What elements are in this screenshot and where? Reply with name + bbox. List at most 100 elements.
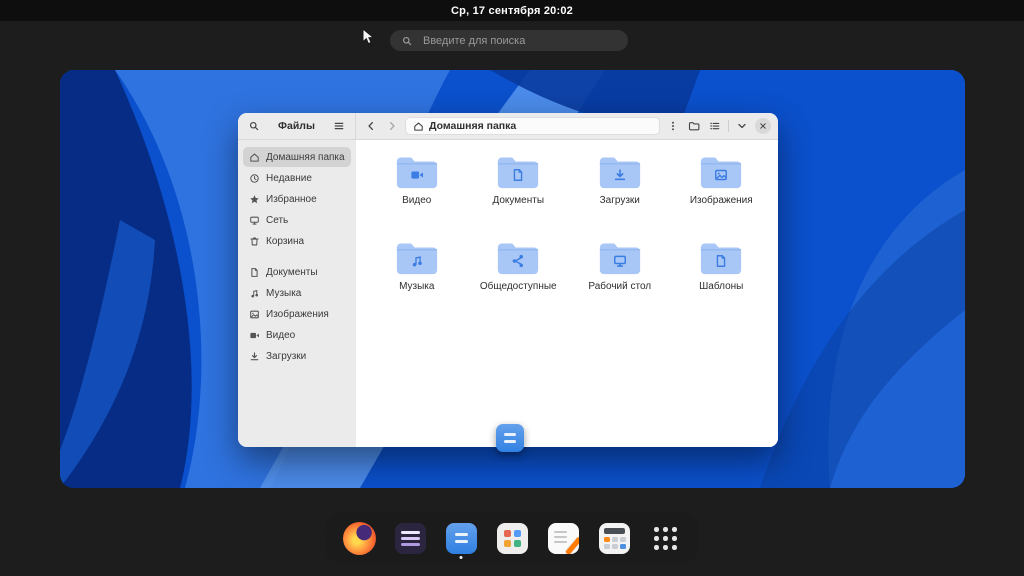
home-icon <box>413 121 424 132</box>
files-window[interactable]: Файлы Домашняя папка <box>238 113 778 447</box>
folder-label: Музыка <box>399 281 434 293</box>
back-button[interactable] <box>363 118 379 134</box>
current-path: Домашняя папка <box>429 120 516 132</box>
sidebar-item-label: Домашняя папка <box>266 152 345 163</box>
sidebar-item-videos[interactable]: Видео <box>243 325 351 345</box>
sidebar-item-trash[interactable]: Корзина <box>243 231 351 251</box>
sidebar-item-music[interactable]: Музыка <box>243 283 351 303</box>
software-icon <box>497 523 528 554</box>
firefox-icon <box>343 522 376 555</box>
view-toggle-button[interactable] <box>707 118 723 134</box>
sidebar-item-starred[interactable]: Избранное <box>243 189 351 209</box>
kebab-menu-button[interactable] <box>665 118 681 134</box>
folder-music[interactable]: Музыка <box>369 240 465 326</box>
dock-item-app-grid[interactable] <box>646 516 684 560</box>
running-indicator <box>460 556 463 559</box>
sidebar-item-pictures[interactable]: Изображения <box>243 304 351 324</box>
workspace-thumbnail[interactable]: Файлы Домашняя папка <box>60 70 965 488</box>
clock[interactable]: Ср, 17 сентября 20:02 <box>451 5 573 17</box>
video-icon <box>249 330 260 341</box>
sidebar-item-label: Сеть <box>266 215 288 226</box>
folder-icon <box>688 120 700 132</box>
share-icon <box>511 253 526 268</box>
dock-item-text-editor[interactable] <box>544 516 582 560</box>
music-icon <box>409 253 424 268</box>
sidebar-item-network[interactable]: Сеть <box>243 210 351 230</box>
sidebar-item-recent[interactable]: Недавние <box>243 168 351 188</box>
sidebar-item-label: Документы <box>266 267 318 278</box>
folder-downloads[interactable]: Загрузки <box>572 154 668 240</box>
star-icon <box>249 194 260 205</box>
gnome-activities-overview: Ср, 17 сентября 20:02 Файлы <box>0 0 1024 576</box>
kebab-icon <box>667 120 679 132</box>
home-icon <box>249 152 260 163</box>
top-bar: Ср, 17 сентября 20:02 <box>0 0 1024 21</box>
folder-public[interactable]: Общедоступные <box>470 240 566 326</box>
folder-label: Документы <box>492 195 544 207</box>
video-icon <box>409 167 424 182</box>
headerbar: Файлы Домашняя папка <box>238 113 778 140</box>
document-icon <box>249 267 260 278</box>
new-tab-button[interactable] <box>686 118 702 134</box>
desktop-icon <box>612 253 627 268</box>
dock-item-files[interactable] <box>442 516 480 560</box>
sidebar-item-label: Изображения <box>266 309 329 320</box>
calendar-icon <box>395 523 426 554</box>
folder-label: Видео <box>402 195 431 207</box>
chevron-right-icon <box>386 120 398 132</box>
folder-videos[interactable]: Видео <box>369 154 465 240</box>
dock-item-software[interactable] <box>493 516 531 560</box>
divider <box>728 120 729 132</box>
chevron-left-icon <box>365 120 377 132</box>
sidebar-item-label: Корзина <box>266 236 304 247</box>
close-button[interactable] <box>755 118 771 134</box>
search-field[interactable] <box>390 30 628 51</box>
folder-label: Шаблоны <box>699 281 743 293</box>
path-bar[interactable]: Домашняя папка <box>405 117 660 135</box>
list-view-icon <box>709 120 721 132</box>
folder-documents[interactable]: Документы <box>470 154 566 240</box>
folder-label: Рабочий стол <box>588 281 651 293</box>
image-icon <box>249 309 260 320</box>
hamburger-icon <box>333 120 345 132</box>
templates-icon <box>714 253 729 268</box>
sidebar-item-label: Музыка <box>266 288 301 299</box>
hamburger-menu-button[interactable] <box>331 118 347 134</box>
sidebar-item-documents[interactable]: Документы <box>243 262 351 282</box>
folder-templates[interactable]: Шаблоны <box>673 240 769 326</box>
forward-button[interactable] <box>384 118 400 134</box>
clock-icon <box>249 173 260 184</box>
download-icon <box>249 351 260 362</box>
dock-item-firefox[interactable] <box>340 516 378 560</box>
search-input[interactable] <box>421 34 617 48</box>
image-icon <box>714 167 729 182</box>
window-body: Домашняя папка Недавние Избранное Сеть <box>238 140 778 447</box>
trash-icon <box>249 236 260 247</box>
sidebar-item-label: Видео <box>266 330 295 341</box>
files-icon <box>446 523 477 554</box>
folder-label: Изображения <box>690 195 753 207</box>
music-icon <box>249 288 260 299</box>
sidebar-item-label: Загрузки <box>266 351 306 362</box>
document-icon <box>511 167 526 182</box>
search-icon <box>401 35 413 47</box>
dock-item-calculator[interactable] <box>595 516 633 560</box>
folder-label: Загрузки <box>600 195 640 207</box>
sidebar-item-home[interactable]: Домашняя папка <box>243 147 351 167</box>
download-icon <box>612 167 627 182</box>
folder-label: Общедоступные <box>480 281 557 293</box>
files-app-icon[interactable] <box>496 424 524 452</box>
sidebar-item-label: Недавние <box>266 173 312 184</box>
sidebar-header: Файлы <box>238 113 356 139</box>
folder-desktop[interactable]: Рабочий стол <box>572 240 668 326</box>
calculator-icon <box>599 523 630 554</box>
dock-item-calendar[interactable] <box>391 516 429 560</box>
sidebar-item-downloads[interactable]: Загрузки <box>243 346 351 366</box>
folder-pictures[interactable]: Изображения <box>673 154 769 240</box>
search-toggle-button[interactable] <box>246 118 262 134</box>
network-icon <box>249 215 260 226</box>
view-options-button[interactable] <box>734 118 750 134</box>
magnifier-icon <box>248 120 260 132</box>
mouse-cursor <box>362 28 375 46</box>
sidebar-separator <box>243 252 351 261</box>
